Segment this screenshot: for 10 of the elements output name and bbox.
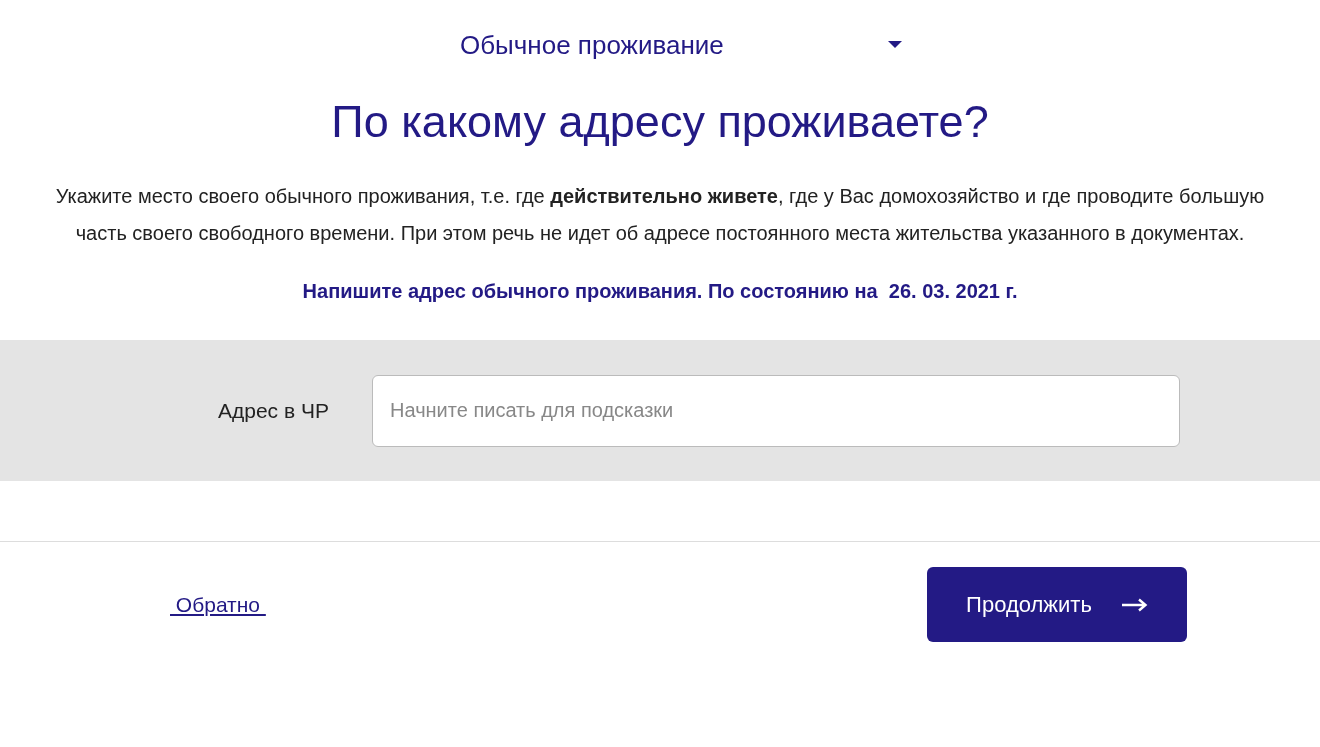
- arrow-right-icon: [1121, 597, 1148, 612]
- continue-button[interactable]: Продолжить: [927, 567, 1187, 642]
- back-link[interactable]: Обратно: [170, 592, 266, 617]
- description-text: Укажите место своего обычного проживания, т.е. где действительно живете, где у Вас домохозяйство и где проводите большую часть своего свободного времени. При этом речь не идет об адресе постоянного места жительства указанного в документах.: [54, 184, 1266, 246]
- page-heading: По какому адресу проживаете?: [330, 96, 990, 148]
- instruction-text: Напишите адрес обычного проживания. По состоянию на 26. 03. 2021 г.: [301, 279, 1019, 304]
- address-input-field[interactable]: Начните писать для подсказки: [372, 374, 1180, 447]
- caret-icon: [888, 41, 902, 49]
- field-label: Адрес в ЧР: [218, 398, 330, 423]
- residence-dropdown[interactable]: Обычное проживание: [460, 28, 902, 62]
